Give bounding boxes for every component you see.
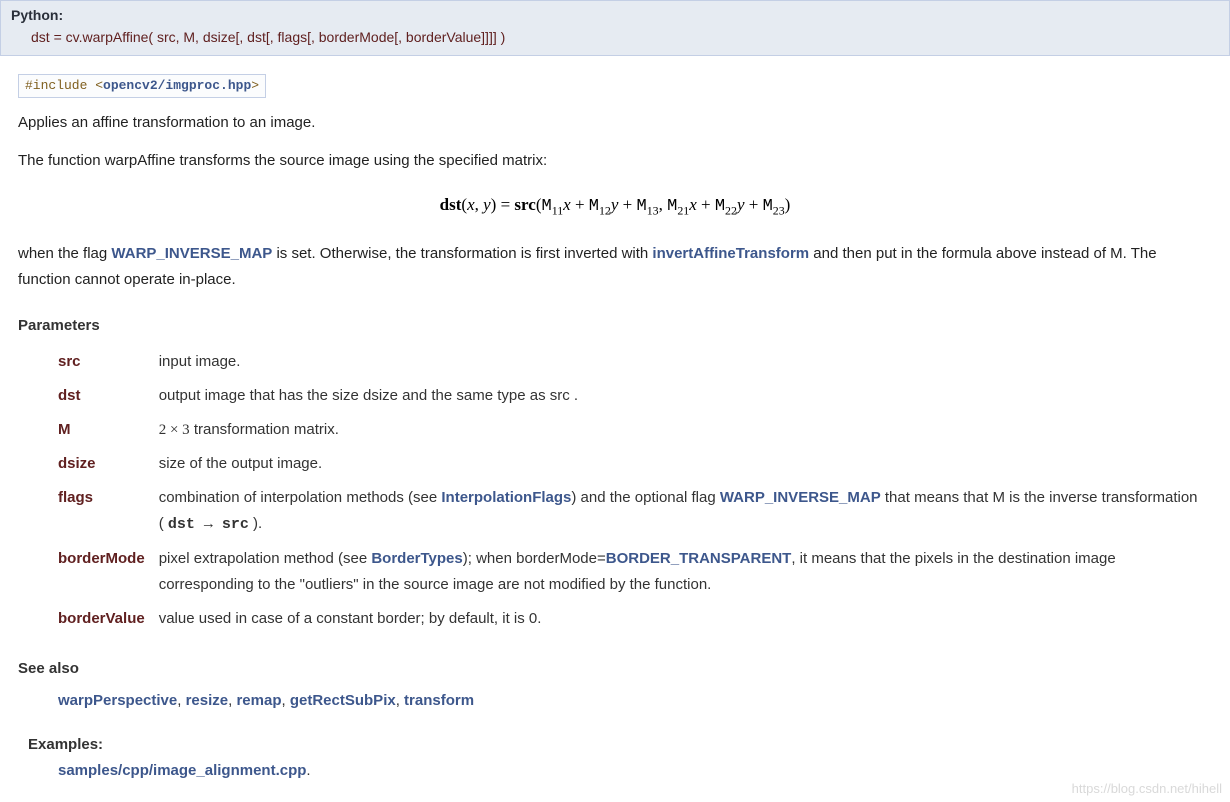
param-desc: combination of interpolation methods (se… [159,481,1212,542]
python-signature: dst = cv.warpAffine( src, M, dsize[, dst… [11,23,1219,45]
doc-content: #include <opencv2/imgproc.hpp> Applies a… [0,71,1230,802]
parameters-table: src input image. dst output image that h… [58,345,1212,636]
examples-heading: Examples: [28,732,1212,758]
include-path-link[interactable]: opencv2/imgproc.hpp [103,78,251,93]
signature-return: dst [31,29,50,45]
param-name: flags [58,481,159,542]
param-desc: pixel extrapolation method (see BorderTy… [159,542,1212,602]
python-signature-header: Python: dst = cv.warpAffine( src, M, dsi… [0,0,1230,56]
link-remap[interactable]: remap [236,692,281,709]
link-getrectsubpix[interactable]: getRectSubPix [290,692,396,709]
signature-params: src, M, dsize[, dst[, flags[, borderMode… [153,29,501,45]
param-row: dst output image that has the size dsize… [58,379,1212,413]
param-name: dst [58,379,159,413]
param-desc: output image that has the size dsize and… [159,379,1212,413]
link-interpolation-flags[interactable]: InterpolationFlags [441,489,571,506]
param-desc: size of the output image. [159,447,1212,481]
param-row: M 2 × 3 transformation matrix. [58,413,1212,447]
link-invert-affine-transform[interactable]: invertAffineTransform [652,245,809,262]
link-warp-perspective[interactable]: warpPerspective [58,692,177,709]
param-name: borderMode [58,542,159,602]
see-also-links: warpPerspective, resize, remap, getRectS… [58,688,1212,714]
param-row: borderValue value used in case of a cons… [58,602,1212,636]
param-row: borderMode pixel extrapolation method (s… [58,542,1212,602]
see-also-heading: See also [18,656,1212,682]
param-name: M [58,413,159,447]
link-border-types[interactable]: BorderTypes [371,550,462,567]
link-warp-inverse-map-2[interactable]: WARP_INVERSE_MAP [720,489,881,506]
link-border-transparent[interactable]: BORDER_TRANSPARENT [606,550,792,567]
formula: dst(x, y) = src(M11x + M12y + M13, M21x … [18,192,1212,223]
param-name: dsize [58,447,159,481]
param-row: src input image. [58,345,1212,379]
param-name: borderValue [58,602,159,636]
link-resize[interactable]: resize [186,692,229,709]
param-row: dsize size of the output image. [58,447,1212,481]
param-name: src [58,345,159,379]
parameters-heading: Parameters [18,313,1212,339]
description-para-2: when the flag WARP_INVERSE_MAP is set. O… [18,241,1212,293]
python-title: Python: [11,7,1219,23]
link-transform[interactable]: transform [404,692,474,709]
param-desc: 2 × 3 transformation matrix. [159,413,1212,447]
param-desc: value used in case of a constant border;… [159,602,1212,636]
brief-description: Applies an affine transformation to an i… [18,110,1212,136]
examples-list: samples/cpp/image_alignment.cpp. [58,758,1212,784]
include-directive: #include <opencv2/imgproc.hpp> [18,74,266,98]
param-desc: input image. [159,345,1212,379]
signature-function: cv.warpAffine( [66,29,153,45]
link-warp-inverse-map[interactable]: WARP_INVERSE_MAP [111,245,272,262]
param-row: flags combination of interpolation metho… [58,481,1212,542]
description-para: The function warpAffine transforms the s… [18,148,1212,174]
examples-section: Examples: samples/cpp/image_alignment.cp… [28,732,1212,784]
example-link[interactable]: samples/cpp/image_alignment.cpp [58,762,306,779]
